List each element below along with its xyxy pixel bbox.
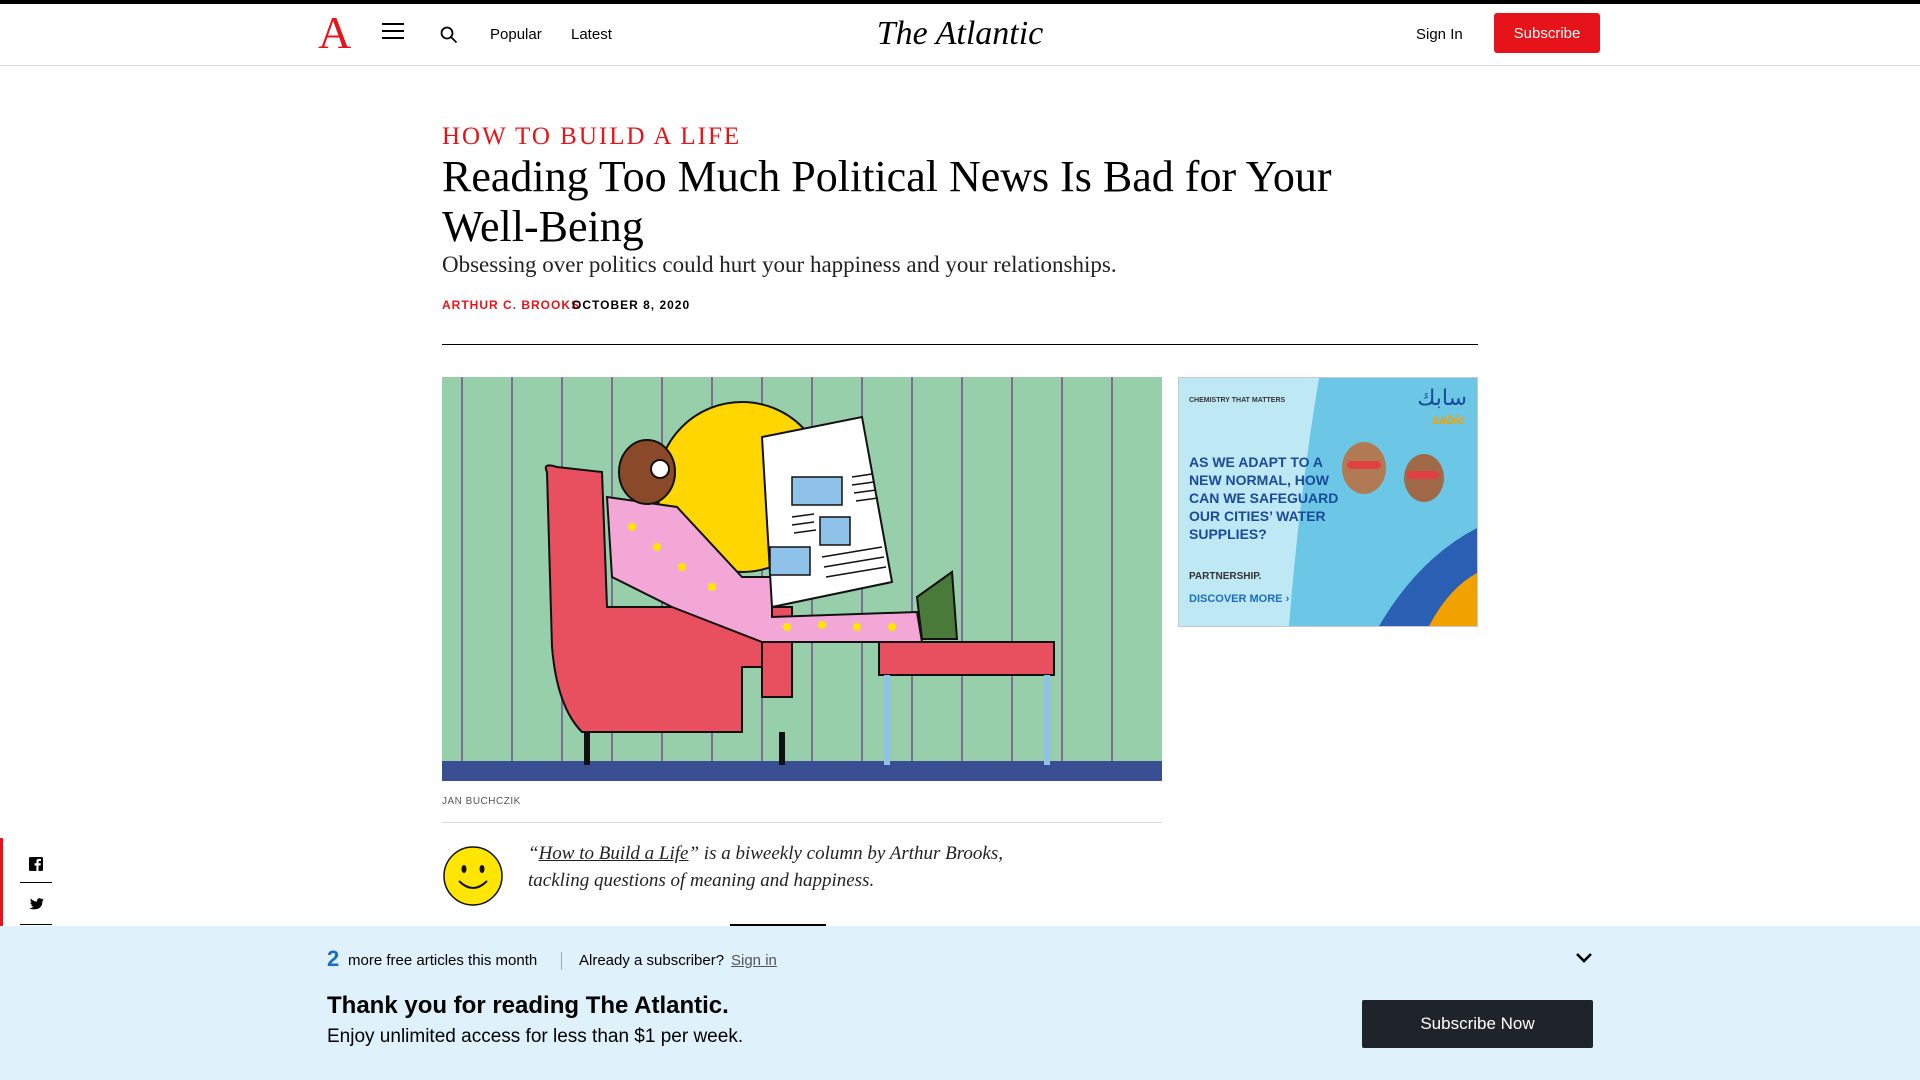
header-divider bbox=[442, 344, 1478, 345]
already-subscriber-text: Already a subscriber? bbox=[579, 952, 725, 969]
ad-partnership-label: PARTNERSHIP. bbox=[1189, 571, 1262, 582]
share-rail-accent bbox=[0, 838, 3, 928]
article-headline: Reading Too Much Political News Is Bad f… bbox=[442, 152, 1332, 251]
column-link[interactable]: How to Build a Life bbox=[539, 843, 689, 864]
ad-headline: As we adapt to a new normal, how can we … bbox=[1189, 454, 1339, 542]
share-divider bbox=[20, 924, 52, 925]
open-quote: “ bbox=[528, 843, 539, 864]
paywall-separator bbox=[561, 952, 562, 970]
paywall-banner: 2 more free articles this month Already … bbox=[0, 926, 1920, 1080]
sabic-advertisement[interactable]: Chemistry that matters سابك sabic As we … bbox=[1178, 377, 1478, 627]
ad-brand-arabic: سابك bbox=[1417, 386, 1467, 411]
share-divider bbox=[20, 882, 52, 883]
atlantic-a-logo[interactable]: A bbox=[318, 10, 351, 56]
twitter-icon[interactable] bbox=[20, 888, 52, 920]
ad-brand-logo: sabic bbox=[1431, 412, 1465, 427]
column-promo: “How to Build a Life” is a biweekly colu… bbox=[442, 840, 1062, 910]
nav-popular-link[interactable]: Popular bbox=[490, 26, 542, 43]
nav-latest-link[interactable]: Latest bbox=[571, 26, 612, 43]
column-description: “How to Build a Life” is a biweekly colu… bbox=[528, 840, 1058, 894]
the-atlantic-wordmark[interactable]: The Atlantic bbox=[820, 10, 1100, 58]
free-articles-count: 2 bbox=[327, 946, 340, 971]
ad-tagline: Chemistry that matters bbox=[1189, 397, 1286, 404]
site-header: A Popular Latest The Atlantic Sign In Su… bbox=[0, 4, 1920, 66]
free-articles-text: more free articles this month bbox=[348, 952, 538, 969]
hero-illustration bbox=[442, 377, 1162, 781]
search-icon[interactable] bbox=[440, 26, 458, 44]
smiley-face-icon bbox=[443, 846, 503, 906]
ad-discover-more-link[interactable]: DISCOVER MORE › bbox=[1189, 593, 1289, 605]
image-credit-divider bbox=[442, 822, 1162, 823]
subscribe-button[interactable]: Subscribe bbox=[1494, 13, 1600, 53]
chevron-down-icon[interactable] bbox=[1574, 948, 1594, 968]
subscribe-now-button[interactable]: Subscribe Now bbox=[1362, 1000, 1593, 1048]
paywall-thanks-heading: Thank you for reading The Atlantic. bbox=[327, 992, 729, 1019]
sign-in-link[interactable]: Sign In bbox=[1416, 26, 1463, 43]
section-kicker[interactable]: How to Build a Life bbox=[442, 123, 741, 151]
share-rail bbox=[0, 838, 54, 928]
publish-date: October 8, 2020 bbox=[572, 298, 691, 312]
menu-icon[interactable] bbox=[382, 23, 404, 41]
article-dek: Obsessing over politics could hurt your … bbox=[442, 252, 1117, 277]
paywall-sign-in-link[interactable]: Sign in bbox=[731, 952, 777, 969]
author-link[interactable]: Arthur C. Brooks bbox=[442, 298, 580, 312]
facebook-icon[interactable] bbox=[20, 848, 52, 880]
image-credit: Jan Buchczik bbox=[442, 796, 521, 807]
paywall-offer-text: Enjoy unlimited access for less than $1 … bbox=[327, 1026, 744, 1047]
